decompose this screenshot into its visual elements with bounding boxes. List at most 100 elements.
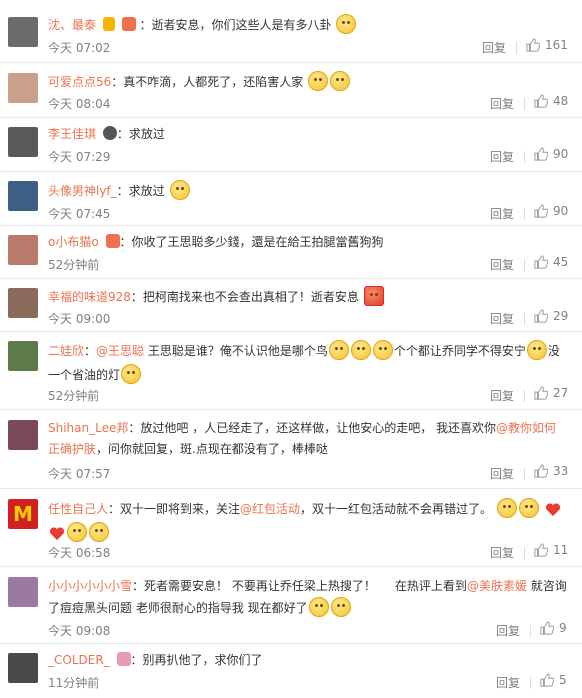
- divider: [524, 151, 525, 163]
- emoji-icon: [330, 71, 351, 91]
- like-count: 5: [559, 673, 567, 687]
- reply-button[interactable]: 回复: [490, 310, 514, 327]
- like-button[interactable]: 27: [534, 386, 568, 400]
- commenter-name[interactable]: _COLDER_: [48, 653, 110, 667]
- avatar[interactable]: M: [8, 499, 38, 529]
- heart-badge-icon: [121, 17, 136, 31]
- divider: [524, 547, 525, 559]
- like-button[interactable]: 9: [540, 621, 567, 635]
- reply-button[interactable]: 回复: [490, 465, 514, 482]
- clap-emoji-icon: [518, 498, 539, 518]
- commenter-name[interactable]: 任性自己人: [48, 502, 108, 516]
- divider: [524, 98, 525, 110]
- avatar[interactable]: [8, 288, 38, 318]
- like-button[interactable]: 90: [534, 147, 568, 161]
- comment-text: ：逝者安息，你们这些人是有多八卦: [139, 18, 332, 32]
- thumbs-up-icon: [534, 94, 548, 108]
- heart-emoji-icon: [49, 527, 65, 540]
- mention-link[interactable]: @红包活动: [240, 502, 300, 516]
- clap-emoji-icon: [496, 498, 517, 518]
- commenter-name[interactable]: o小布猫o: [48, 235, 99, 249]
- like-count: 90: [553, 147, 569, 161]
- avatar[interactable]: [8, 17, 38, 47]
- comment-text: ：放过他吧 ，人已经走了，还这样做，让他安心的走吧， 我还喜欢你: [128, 421, 497, 435]
- commenter-name[interactable]: 幸福的味道928: [48, 290, 131, 304]
- mention-link[interactable]: @王思聪: [96, 344, 144, 358]
- divider: [524, 208, 525, 220]
- comment-text: ：求放过: [116, 127, 165, 141]
- vip-badge-icon: [102, 17, 115, 31]
- reply-button[interactable]: 回复: [496, 622, 520, 639]
- reply-button[interactable]: 回复: [490, 205, 514, 222]
- emoji-icon: [336, 14, 357, 34]
- comment-time: 今天 08:04: [48, 97, 111, 111]
- avatar[interactable]: [8, 181, 38, 211]
- comment-time: 今天 07:29: [48, 150, 111, 164]
- avatar[interactable]: [8, 653, 38, 683]
- avatar[interactable]: [8, 235, 38, 265]
- comment-text: ：双十一即将到来，关注: [108, 502, 241, 516]
- comment-item: o小布猫o ：你收了王思聪多少錢，還是在給王拍腿當舊狗狗 52分钟前 回复 45: [0, 226, 582, 279]
- like-button[interactable]: 33: [534, 464, 568, 478]
- like-button[interactable]: 29: [534, 309, 568, 323]
- avatar[interactable]: [8, 127, 38, 157]
- comment-time: 今天 09:08: [48, 624, 111, 638]
- emoji-icon: [330, 597, 351, 617]
- comment-time: 今天 07:45: [48, 207, 111, 221]
- like-button[interactable]: 11: [534, 543, 568, 557]
- thumbs-up-icon: [534, 464, 548, 478]
- like-count: 9: [559, 621, 567, 635]
- comment-time: 今天 09:00: [48, 312, 111, 326]
- comment-item: 李王佳琪 ：求放过 今天 07:29 回复 90: [0, 118, 582, 172]
- commenter-name[interactable]: Shihan_Lee邦: [48, 421, 128, 435]
- like-count: 33: [553, 464, 569, 478]
- comment-text: ：真不咋滴，人都死了，还陷害人家: [111, 75, 304, 89]
- commenter-name[interactable]: 小小小小小小雪: [48, 579, 132, 593]
- reply-button[interactable]: 回复: [490, 256, 514, 273]
- reply-button[interactable]: 回复: [490, 387, 514, 404]
- divider: [524, 313, 525, 325]
- comment-text: ：把柯南找来也不会查出真相了！逝者安息: [130, 290, 359, 304]
- like-button[interactable]: 45: [534, 255, 568, 269]
- avatar[interactable]: [8, 341, 38, 371]
- divider: [524, 390, 525, 402]
- commenter-name[interactable]: 头像男神lyf_: [48, 184, 117, 198]
- comment-time: 今天 06:58: [48, 546, 111, 560]
- avatar[interactable]: [8, 577, 38, 607]
- reply-button[interactable]: 回复: [482, 39, 506, 56]
- commenter-name[interactable]: 二娃欣: [48, 344, 84, 358]
- reply-button[interactable]: 回复: [490, 148, 514, 165]
- thumbs-up-icon: [534, 386, 548, 400]
- comment-item: 可爱点点56：真不咋滴，人都死了，还陷害人家 今天 08:04 回复 48: [0, 63, 582, 118]
- reply-button[interactable]: 回复: [490, 95, 514, 112]
- comment-item: 沈、最泰 ：逝者安息，你们这些人是有多八卦 今天 07:02 回复 161: [0, 6, 582, 63]
- comment-text: ：死者需要安息！ 不要再让乔任梁上热搜了！: [132, 579, 376, 593]
- comment-time: 11分钟前: [48, 676, 100, 690]
- comment-item: 幸福的味道928：把柯南找来也不会查出真相了！逝者安息 今天 09:00 回复 …: [0, 279, 582, 332]
- like-button[interactable]: 161: [526, 38, 568, 52]
- reply-button[interactable]: 回复: [490, 544, 514, 561]
- comment-text: 在热评上看到: [394, 579, 467, 593]
- like-button[interactable]: 5: [540, 673, 567, 687]
- comment-text: ，双十一红包活动就不会再错过了。: [300, 502, 493, 516]
- commenter-name[interactable]: 李王佳琪: [48, 127, 96, 141]
- commenter-name[interactable]: 可爱点点56: [48, 75, 111, 89]
- comment-time: 52分钟前: [48, 389, 100, 403]
- mention-link[interactable]: @美肤素媛: [467, 579, 527, 593]
- crown-badge-icon: [116, 652, 131, 666]
- like-count: 29: [553, 309, 569, 323]
- avatar[interactable]: [8, 73, 38, 103]
- like-button[interactable]: 48: [534, 94, 568, 108]
- divider: [524, 259, 525, 271]
- emoji-icon: [169, 180, 190, 200]
- like-count: 161: [545, 38, 568, 52]
- like-count: 90: [553, 204, 569, 218]
- avatar[interactable]: [8, 420, 38, 450]
- comment-text: ：求放过: [116, 184, 165, 198]
- emoji-icon: [350, 340, 371, 360]
- comment-item: 小小小小小小雪：死者需要安息！ 不要再让乔任梁上热搜了！ 在热评上看到@美肤素媛…: [0, 567, 582, 644]
- commenter-name[interactable]: 沈、最泰: [48, 18, 96, 32]
- thumbs-up-icon: [526, 38, 540, 52]
- like-button[interactable]: 90: [534, 204, 568, 218]
- reply-button[interactable]: 回复: [496, 674, 520, 691]
